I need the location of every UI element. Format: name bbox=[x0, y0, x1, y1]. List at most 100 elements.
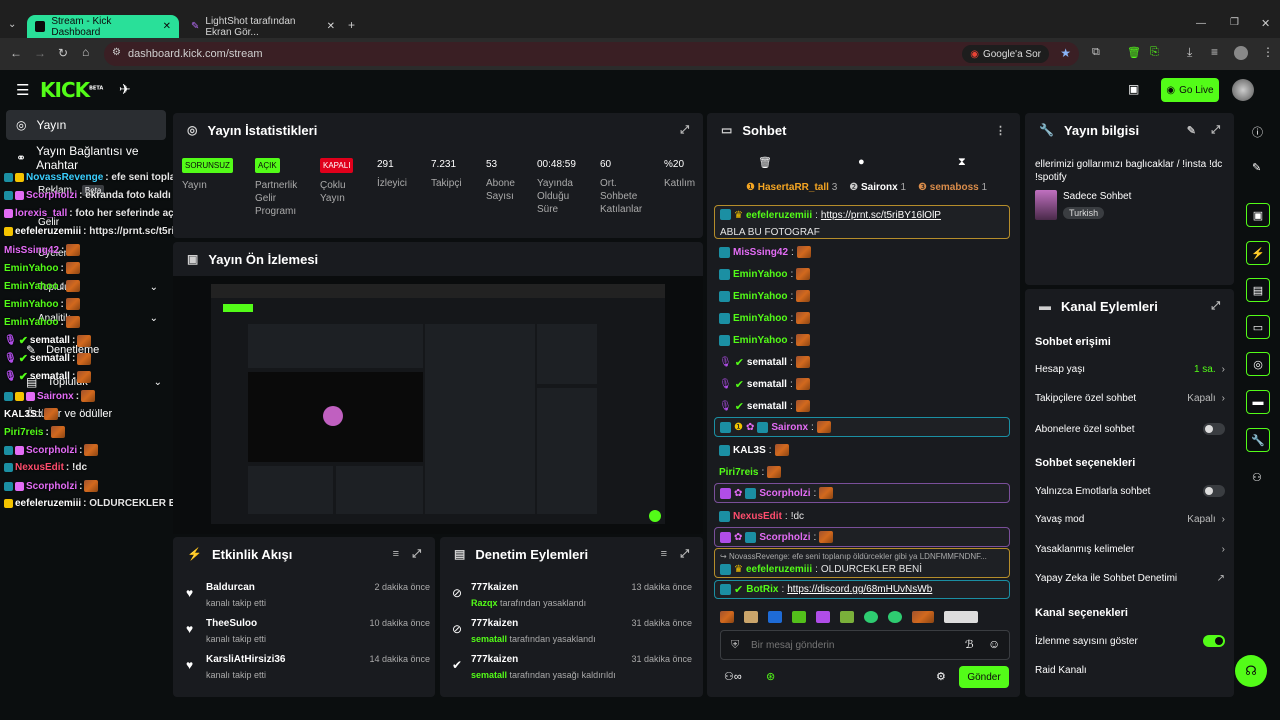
filter-icon[interactable]: ≡ bbox=[393, 548, 399, 560]
chat-message[interactable]: Piri7reis: bbox=[714, 463, 1010, 481]
chat-link[interactable]: https://prnt.sc/t5riBY16lOlP bbox=[821, 209, 941, 223]
chat-user[interactable]: BotRix bbox=[746, 584, 778, 595]
chat-message[interactable]: 🎙 ✔ sematall: bbox=[714, 397, 1010, 415]
cast-icon[interactable]: ▣ bbox=[1128, 82, 1139, 96]
chat-user[interactable]: Saironx bbox=[771, 422, 808, 433]
emote-image[interactable] bbox=[768, 611, 782, 623]
subscribers-only-toggle[interactable] bbox=[1203, 423, 1225, 435]
url-field[interactable]: ⚙ dashboard.kick.com/stream ◉ Google'a S… bbox=[104, 42, 1079, 66]
emote-image[interactable] bbox=[912, 611, 934, 623]
edit-icon[interactable]: ✎ bbox=[1187, 124, 1196, 137]
chat-message[interactable]: EminYahoo: bbox=[714, 265, 1010, 283]
download-icon[interactable]: ⤓ bbox=[1187, 45, 1192, 60]
filter-icon[interactable]: ≡ bbox=[661, 548, 667, 560]
rail-chat-button[interactable]: ▭ bbox=[1246, 315, 1270, 339]
info-icon[interactable]: ⓘ bbox=[1252, 124, 1263, 140]
translate-extension-icon[interactable]: ⎘ bbox=[1150, 46, 1159, 59]
commands-icon[interactable]: ℬ bbox=[965, 638, 974, 651]
chat-user[interactable]: EminYahoo bbox=[733, 313, 787, 324]
chat-message[interactable]: ✔ BotRix: https://discord.gg/68mHUvNsWb bbox=[714, 580, 1010, 599]
emote-image[interactable] bbox=[792, 611, 806, 623]
chat-user[interactable]: NexusEdit bbox=[733, 511, 782, 522]
home-icon[interactable]: ⌂ bbox=[82, 45, 89, 59]
kick-logo[interactable]: KICKBETA bbox=[40, 78, 103, 102]
emoji-icon[interactable]: ☺ bbox=[988, 637, 1000, 651]
forward-icon[interactable]: → bbox=[34, 46, 46, 60]
chat-message[interactable]: EminYahoo: bbox=[714, 287, 1010, 305]
raid-channel-row[interactable]: Raid Kanalı bbox=[1035, 665, 1225, 676]
chat-user[interactable]: EminYahoo bbox=[733, 291, 787, 302]
browser-menu-icon[interactable]: ⋮ bbox=[1262, 45, 1274, 59]
rail-channel-button[interactable]: ▬ bbox=[1246, 390, 1270, 414]
chat-user[interactable]: sematall bbox=[747, 401, 787, 412]
activity-user[interactable]: Baldurcan bbox=[206, 582, 255, 593]
close-tab-icon[interactable]: ✕ bbox=[327, 21, 335, 32]
emote-image[interactable] bbox=[840, 611, 854, 623]
google-ask-button[interactable]: ◉ Google'a Sor bbox=[962, 45, 1049, 63]
chat-message[interactable]: NexusEdit: !dc bbox=[714, 507, 1010, 525]
trash-extension-icon[interactable]: 🗑 bbox=[1127, 46, 1141, 59]
expand-icon[interactable]: ⤢ bbox=[680, 124, 689, 137]
chat-user[interactable]: eefeleruzemiii bbox=[746, 209, 812, 223]
emote-only-toggle[interactable] bbox=[1203, 485, 1225, 497]
tab-list-icon[interactable]: ⌄ bbox=[8, 19, 16, 30]
extension-icon[interactable]: ⧉ bbox=[1092, 46, 1100, 59]
settings-gear-icon[interactable]: ⚙ bbox=[936, 670, 946, 683]
slow-mode-row[interactable]: Yavaş mod Kapalı › bbox=[1035, 514, 1225, 525]
chat-message[interactable]: KAL3S: bbox=[714, 441, 1010, 459]
chat-user[interactable]: Scorpholzi bbox=[759, 488, 810, 499]
expand-icon[interactable]: ⤢ bbox=[1211, 300, 1220, 313]
edit-icon[interactable]: ✎ bbox=[1252, 161, 1261, 174]
chat-user[interactable]: Piri7reis bbox=[719, 467, 758, 478]
chat-bubble-icon[interactable]: ● bbox=[858, 156, 865, 168]
ai-moderation-row[interactable]: Yapay Zeka ile Sohbet Denetimi ↗ bbox=[1035, 573, 1225, 584]
rail-video-button[interactable]: ▣ bbox=[1246, 203, 1270, 227]
rail-wrench-button[interactable]: 🔧 bbox=[1246, 428, 1270, 452]
playlist-icon[interactable]: ≡ bbox=[1211, 45, 1218, 59]
gifter-item[interactable]: ❷ Saironx 1 bbox=[849, 182, 906, 193]
chat-user[interactable]: MisSsing42 bbox=[733, 247, 788, 258]
trash-icon[interactable]: 🗑 bbox=[758, 156, 772, 169]
chat-message[interactable]: ✿ Scorpholzi: bbox=[714, 483, 1010, 503]
rail-document-button[interactable]: ▤ bbox=[1246, 278, 1270, 302]
chat-user[interactable]: KAL3S bbox=[733, 445, 766, 456]
close-tab-icon[interactable]: ✕ bbox=[163, 21, 171, 32]
show-viewers-toggle[interactable] bbox=[1203, 635, 1225, 647]
expand-icon[interactable]: ⤢ bbox=[412, 548, 421, 561]
new-tab-icon[interactable]: + bbox=[348, 18, 355, 32]
support-chat-button[interactable]: ☊ bbox=[1235, 655, 1267, 687]
profile-avatar[interactable] bbox=[1234, 46, 1248, 60]
kick-coin-icon[interactable]: ⊛ bbox=[766, 670, 775, 683]
chat-user[interactable]: sematall bbox=[747, 379, 787, 390]
chat-message[interactable]: EminYahoo: bbox=[714, 331, 1010, 349]
send-button[interactable]: Gönder bbox=[959, 666, 1009, 688]
maximize-icon[interactable]: ❐ bbox=[1230, 17, 1239, 28]
account-age-row[interactable]: Hesap yaşı 1 sa. › bbox=[1035, 364, 1225, 375]
user-avatar[interactable] bbox=[1232, 79, 1254, 101]
chat-user[interactable]: eefeleruzemiii bbox=[746, 564, 812, 575]
moderation-user[interactable]: 777kaizen bbox=[471, 582, 518, 593]
emote-image[interactable] bbox=[888, 611, 902, 623]
minimize-icon[interactable]: — bbox=[1196, 18, 1206, 29]
emote-image[interactable] bbox=[944, 611, 978, 623]
emote-image[interactable] bbox=[816, 611, 830, 623]
chat-message[interactable]: 🎙 ✔ sematall: bbox=[714, 353, 1010, 371]
pin-icon[interactable]: ✈ bbox=[119, 81, 131, 98]
moderation-user[interactable]: 777kaizen bbox=[471, 618, 518, 629]
moderation-user[interactable]: 777kaizen bbox=[471, 654, 518, 665]
rail-lightning-button[interactable]: ⚡ bbox=[1246, 241, 1270, 265]
chat-user[interactable]: EminYahoo bbox=[733, 335, 787, 346]
users-icon[interactable]: ⚇ bbox=[1252, 471, 1262, 484]
more-options-icon[interactable]: ⋮ bbox=[995, 124, 1006, 137]
sidebar-item-stream[interactable]: ◎ Yayın bbox=[6, 110, 166, 140]
chat-user[interactable]: Scorpholzi bbox=[759, 532, 810, 543]
followers-only-row[interactable]: Takipçilere özel sohbet Kapalı › bbox=[1035, 393, 1225, 404]
sidebar-item-stream-key[interactable]: ⚭ Yayın Bağlantısı ve Anahtar bbox=[6, 143, 178, 173]
reload-icon[interactable]: ↻ bbox=[58, 46, 68, 60]
chat-message[interactable]: ✿ Scorpholzi: bbox=[714, 527, 1010, 547]
gifter-item[interactable]: ❸ semaboss 1 bbox=[918, 182, 987, 193]
emote-image[interactable] bbox=[744, 611, 758, 623]
go-live-button[interactable]: ◉ Go Live bbox=[1161, 78, 1219, 102]
chat-link[interactable]: https://discord.gg/68mHUvNsWb bbox=[787, 584, 932, 595]
users-icon[interactable]: ⚇∞ bbox=[724, 670, 742, 683]
